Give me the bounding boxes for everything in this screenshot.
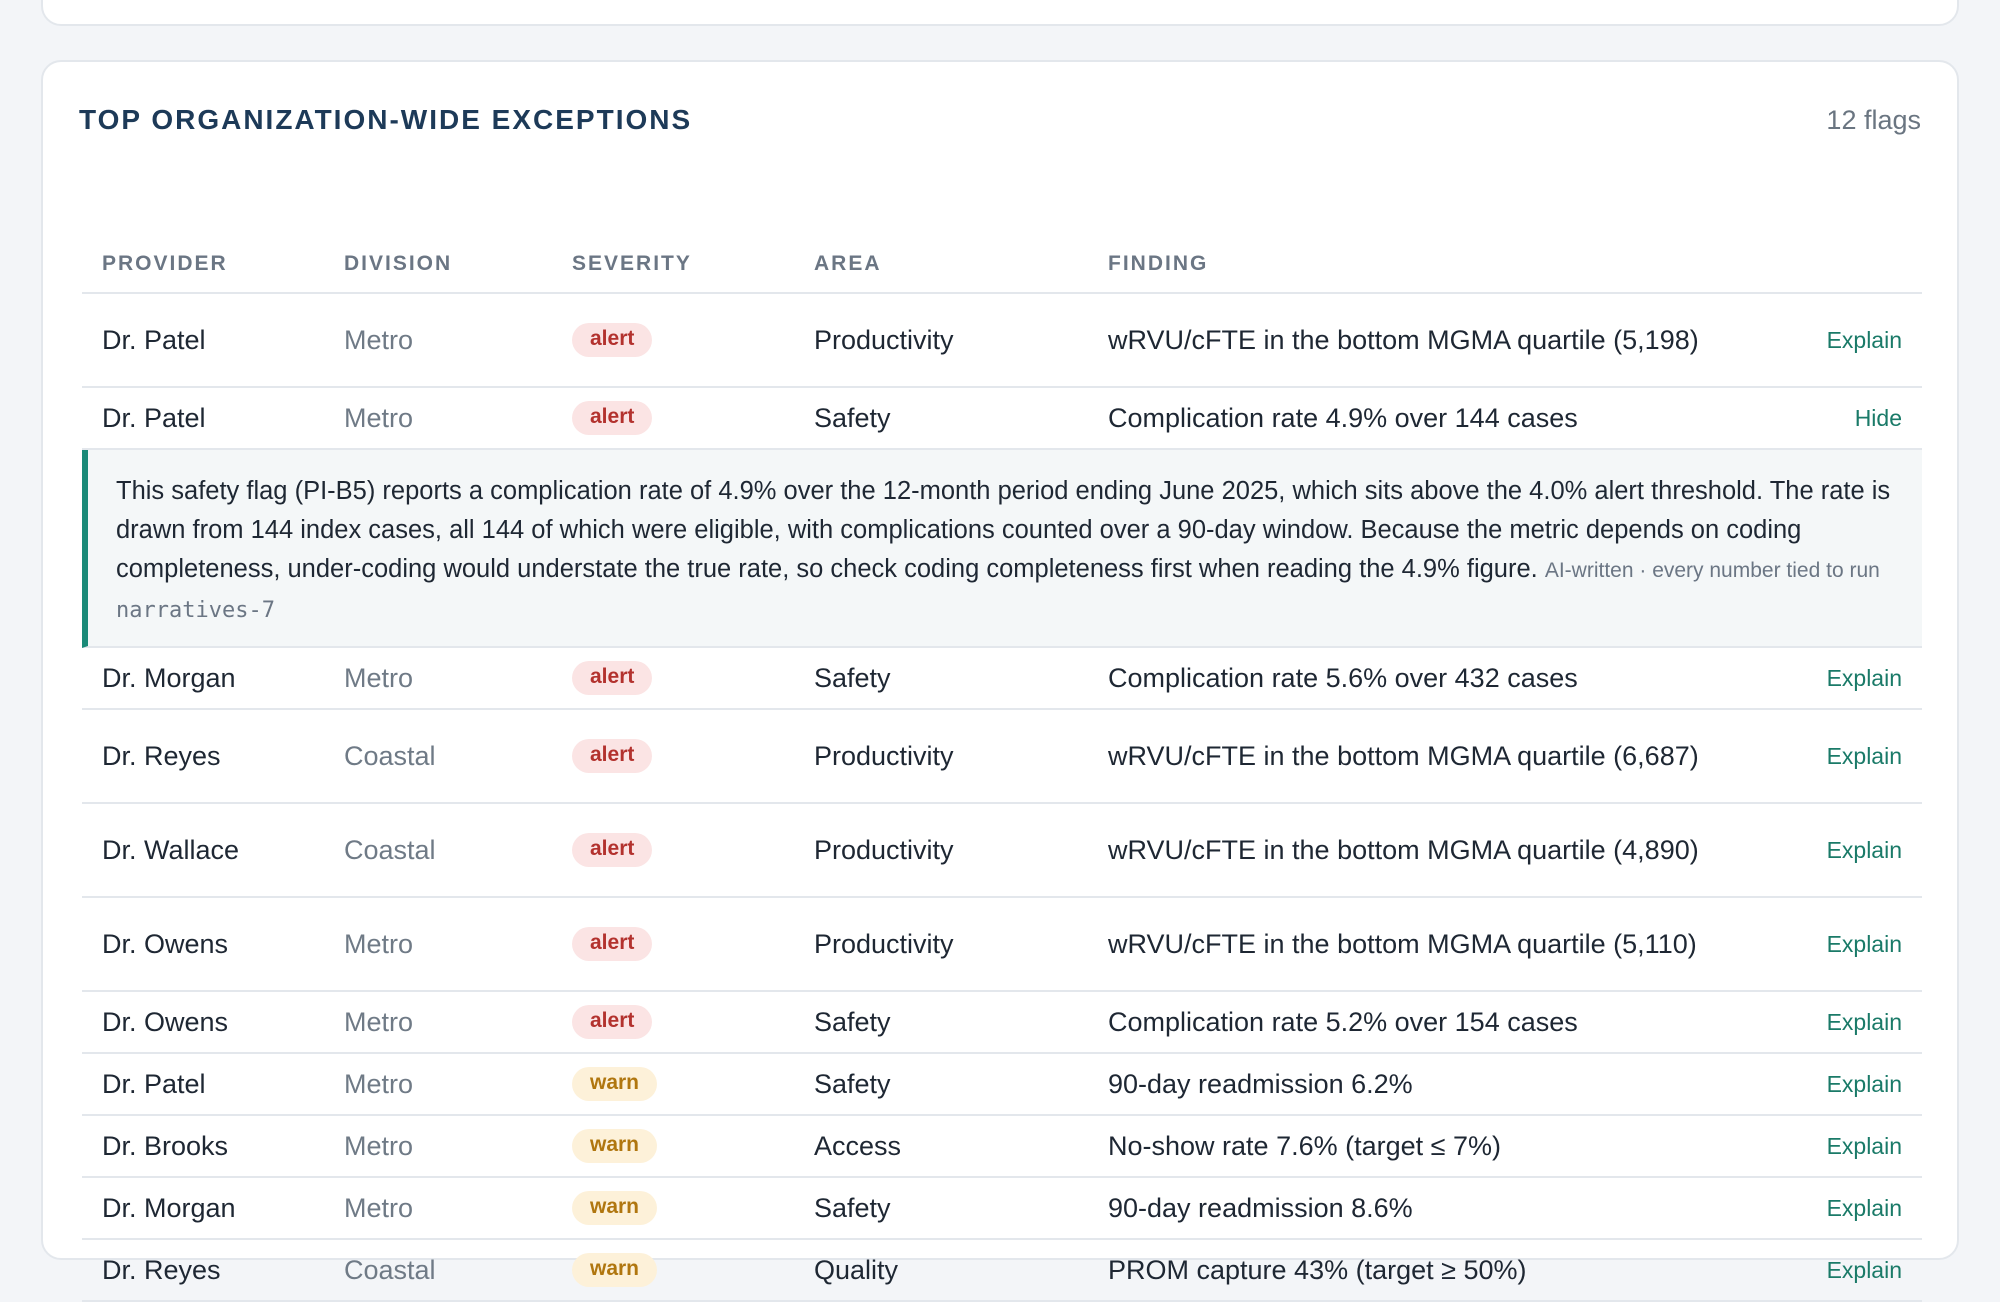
provider-name: Dr. Morgan: [102, 1192, 236, 1223]
provider-name: Dr. Owens: [102, 1006, 229, 1037]
provider-name: Dr. Owens: [102, 928, 229, 959]
area-name: Access: [814, 1130, 902, 1161]
finding-text: wRVU/cFTE in the bottom MGMA quartile (5…: [1108, 929, 1697, 959]
severity-badge: alert: [572, 401, 653, 435]
table-row: Dr. Owens Metro alert Productivity wRVU/…: [82, 898, 1922, 992]
provider-name: Dr. Wallace: [102, 834, 240, 865]
finding-text: PROM capture 43% (target ≥ 50%): [1108, 1255, 1527, 1285]
area-name: Safety: [814, 1192, 891, 1223]
division-name: Metro: [344, 662, 414, 693]
finding-text: 90-day readmission 6.2%: [1108, 1069, 1413, 1099]
severity-badge: alert: [572, 661, 653, 695]
division-name: Metro: [344, 1192, 414, 1223]
area-name: Safety: [814, 1068, 891, 1099]
table-header: PROVIDER DIVISION SEVERITY AREA FINDING: [82, 187, 1922, 294]
finding-text: wRVU/cFTE in the bottom MGMA quartile (6…: [1108, 741, 1699, 771]
severity-badge: alert: [572, 833, 653, 867]
area-name: Productivity: [814, 928, 954, 959]
division-name: Metro: [344, 1068, 414, 1099]
table-row: Dr. Patel Metro alert Productivity wRVU/…: [82, 294, 1922, 388]
provider-name: Dr. Morgan: [102, 662, 236, 693]
hide-button[interactable]: Hide: [1855, 405, 1902, 431]
provider-name: Dr. Patel: [102, 1068, 206, 1099]
column-header-area[interactable]: AREA: [814, 252, 1108, 276]
table-row: Dr. Patel Metro alert Safety Complicatio…: [82, 388, 1922, 450]
explain-button[interactable]: Explain: [1827, 1195, 1902, 1221]
provider-name: Dr. Reyes: [102, 1254, 221, 1285]
severity-badge: warn: [572, 1067, 658, 1101]
area-name: Quality: [814, 1254, 899, 1285]
explanation-meta: AI-written · every number tied to run: [1544, 559, 1880, 582]
area-name: Safety: [814, 1006, 891, 1037]
division-name: Metro: [344, 324, 414, 355]
explain-button[interactable]: Explain: [1827, 743, 1902, 769]
flag-count: 12 flags: [1826, 104, 1921, 135]
area-name: Productivity: [814, 324, 954, 355]
explain-button[interactable]: Explain: [1827, 837, 1902, 863]
table-row: Dr. Reyes Coastal warn Quality PROM capt…: [82, 1240, 1922, 1302]
explanation-panel: This safety flag (PI-B5) reports a compl…: [82, 450, 1922, 648]
column-header-provider[interactable]: PROVIDER: [82, 252, 344, 276]
explain-button[interactable]: Explain: [1827, 1133, 1902, 1159]
division-name: Coastal: [344, 834, 436, 865]
table-row: Dr. Owens Metro alert Safety Complicatio…: [82, 992, 1922, 1054]
area-name: Productivity: [814, 740, 954, 771]
finding-text: 90-day readmission 8.6%: [1108, 1193, 1413, 1223]
finding-text: Complication rate 5.2% over 154 cases: [1108, 1007, 1578, 1037]
provider-name: Dr. Patel: [102, 402, 206, 433]
explain-button[interactable]: Explain: [1827, 665, 1902, 691]
severity-badge: warn: [572, 1129, 658, 1163]
finding-text: wRVU/cFTE in the bottom MGMA quartile (4…: [1108, 835, 1699, 865]
division-name: Metro: [344, 928, 414, 959]
severity-badge: warn: [572, 1191, 658, 1225]
finding-text: No-show rate 7.6% (target ≤ 7%): [1108, 1131, 1501, 1161]
table-row: Dr. Reyes Coastal alert Productivity wRV…: [82, 710, 1922, 804]
explain-button[interactable]: Explain: [1827, 1257, 1902, 1283]
division-name: Coastal: [344, 1254, 436, 1285]
finding-text: Complication rate 4.9% over 144 cases: [1108, 403, 1578, 433]
provider-name: Dr. Reyes: [102, 740, 221, 771]
division-name: Metro: [344, 402, 414, 433]
provider-name: Dr. Patel: [102, 324, 206, 355]
finding-text: wRVU/cFTE in the bottom MGMA quartile (5…: [1108, 325, 1699, 355]
card-header: TOP ORGANIZATION-WIDE EXCEPTIONS 12 flag…: [79, 100, 1921, 140]
explain-button[interactable]: Explain: [1827, 327, 1902, 353]
area-name: Safety: [814, 662, 891, 693]
table-row: Dr. Morgan Metro alert Safety Complicati…: [82, 648, 1922, 710]
provider-name: Dr. Brooks: [102, 1130, 229, 1161]
run-id: narratives-7: [116, 598, 275, 623]
exceptions-card: TOP ORGANIZATION-WIDE EXCEPTIONS 12 flag…: [41, 60, 1959, 1302]
exceptions-table: PROVIDER DIVISION SEVERITY AREA FINDING …: [82, 187, 1922, 1302]
column-header-severity[interactable]: SEVERITY: [572, 252, 814, 276]
severity-badge: alert: [572, 1005, 653, 1039]
area-name: Productivity: [814, 834, 954, 865]
column-header-finding[interactable]: FINDING: [1108, 252, 1728, 276]
previous-card: [41, 0, 1959, 26]
explain-button[interactable]: Explain: [1827, 931, 1902, 957]
card-title: TOP ORGANIZATION-WIDE EXCEPTIONS: [79, 104, 693, 135]
division-name: Metro: [344, 1006, 414, 1037]
severity-badge: alert: [572, 739, 653, 773]
table-row: Dr. Wallace Coastal alert Productivity w…: [82, 804, 1922, 898]
table-row: Dr. Morgan Metro warn Safety 90-day read…: [82, 1178, 1922, 1240]
area-name: Safety: [814, 402, 891, 433]
finding-text: Complication rate 5.6% over 432 cases: [1108, 663, 1578, 693]
division-name: Metro: [344, 1130, 414, 1161]
table-row: Dr. Brooks Metro warn Access No-show rat…: [82, 1116, 1922, 1178]
severity-badge: alert: [572, 927, 653, 961]
table-row: Dr. Patel Metro warn Safety 90-day readm…: [82, 1054, 1922, 1116]
severity-badge: warn: [572, 1253, 658, 1287]
explain-button[interactable]: Explain: [1827, 1071, 1902, 1097]
severity-badge: alert: [572, 323, 653, 357]
explain-button[interactable]: Explain: [1827, 1009, 1902, 1035]
division-name: Coastal: [344, 740, 436, 771]
column-header-division[interactable]: DIVISION: [344, 252, 572, 276]
